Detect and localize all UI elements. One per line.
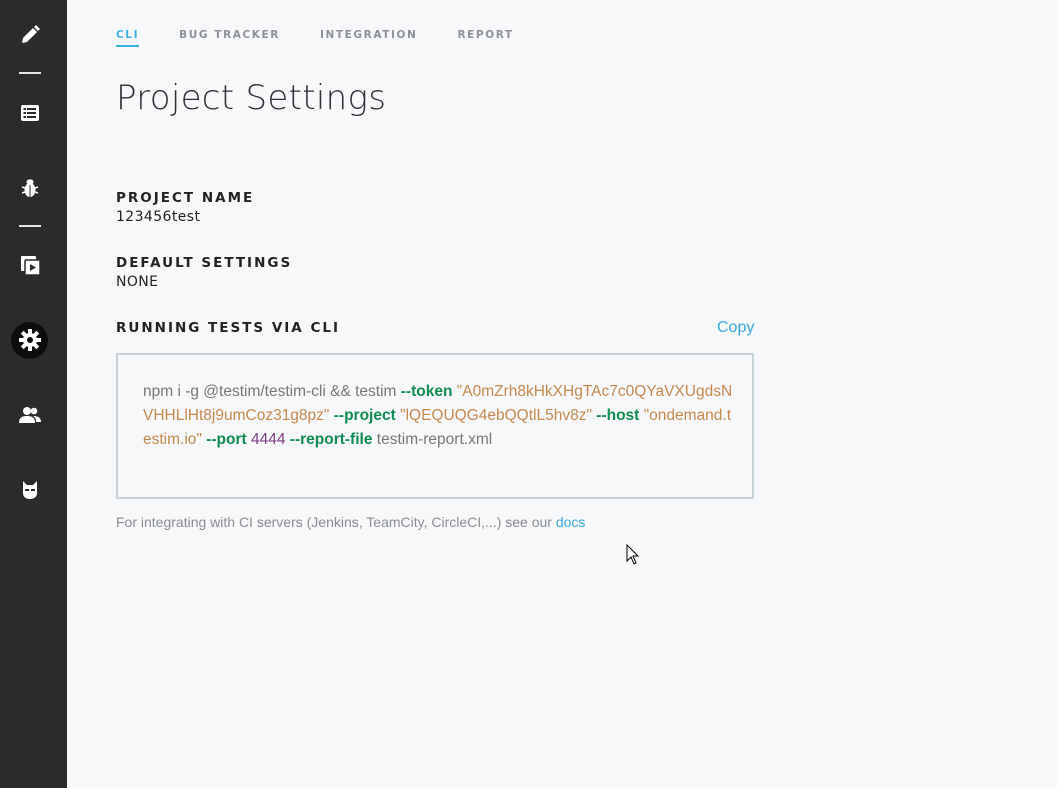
token-flag: --token [400,383,453,400]
settings-tabs: CLI BUG TRACKER INTEGRATION REPORT [116,29,514,47]
report-file-value: testim-report.xml [376,431,493,448]
tab-cli[interactable]: CLI [116,29,140,47]
runs-nav-button[interactable] [10,245,50,285]
project-name-label: PROJECT NAME [116,190,255,206]
cli-command-text[interactable]: npm i -g @testim/testim-cli && testim --… [143,380,737,452]
cli-section-label: RUNNING TESTS VIA CLI [116,320,340,336]
edit-nav-button[interactable] [10,15,50,55]
play-icon [20,255,40,275]
copy-button[interactable]: Copy [717,319,754,337]
sidebar [0,0,67,788]
sidebar-divider [19,72,41,74]
tab-report[interactable]: REPORT [457,29,513,47]
users-icon [19,407,41,423]
host-flag: --host [596,407,640,424]
cli-install-command: npm i -g @testim/testim-cli && testim [143,383,401,400]
list-icon [21,105,39,121]
tab-integration[interactable]: INTEGRATION [320,29,417,47]
ci-helper-label: For integrating with CI servers (Jenkins… [116,514,556,530]
tests-list-nav-button[interactable] [10,93,50,133]
page-title: Project Settings [116,78,387,118]
project-value: "lQEQUQG4ebQQtlL5hv8z" [400,407,592,424]
project-name-value: 123456test [116,209,201,225]
settings-nav-button[interactable] [10,320,50,360]
profile-nav-button[interactable] [10,470,50,510]
port-value: 4444 [250,431,286,448]
bugs-nav-button[interactable] [10,168,50,208]
report-file-flag: --report-file [289,431,373,448]
gear-icon [19,329,41,351]
main-content: CLI BUG TRACKER INTEGRATION REPORT Proje… [67,0,1057,788]
pencil-icon [22,25,40,43]
docs-link[interactable]: docs [556,514,586,530]
ci-helper-text: For integrating with CI servers (Jenkins… [116,514,585,530]
default-settings-value: NONE [116,274,159,290]
sidebar-divider [19,225,41,227]
port-flag: --port [206,431,247,448]
tab-bug-tracker[interactable]: BUG TRACKER [179,29,280,47]
default-settings-label: DEFAULT SETTINGS [116,255,293,271]
mask-icon [23,481,37,499]
mouse-cursor-icon [626,543,640,570]
users-nav-button[interactable] [10,395,50,435]
cli-command-box[interactable]: npm i -g @testim/testim-cli && testim --… [116,353,754,499]
bug-icon [21,179,39,197]
project-flag: --project [333,407,396,424]
